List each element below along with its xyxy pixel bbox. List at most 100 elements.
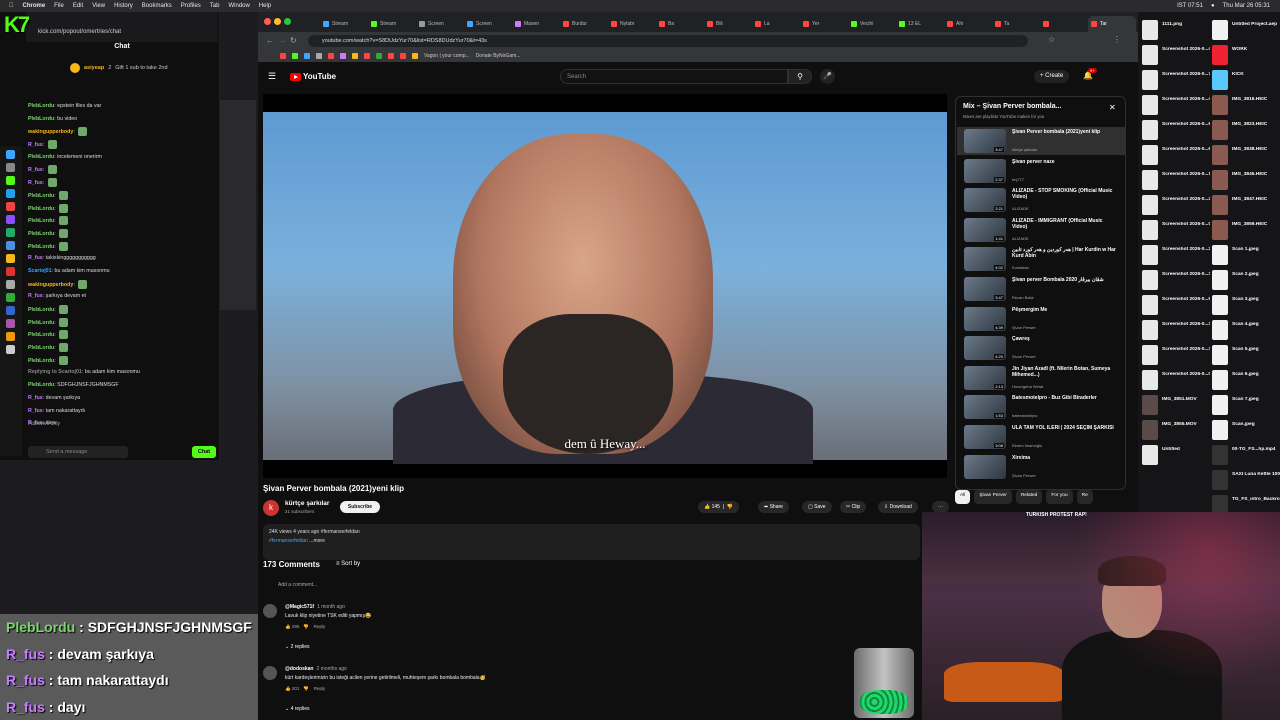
sort-by-button[interactable]: ≡ Sort by [336,561,360,567]
hamburger-menu-icon[interactable]: ☰ [268,71,276,82]
playlist-item[interactable]: 3:47 Şivan Perver bombala (2021)yeni klip… [957,127,1125,155]
gift-banner[interactable]: asiyeap 2 Gift 1 sub to take 2nd [70,63,168,73]
playlist-item[interactable]: 1:41 ALIZADE - IMMIGRANT (Official Music … [964,216,1124,244]
playlist-item[interactable]: 4:02 هەر کوردین و هەر کورد ئابین | Har Ku… [964,245,1124,273]
dock-app-icon[interactable] [6,293,15,302]
desktop-file[interactable]: IMG_3823.HEIC [1210,118,1280,142]
dock-app-icon[interactable] [6,345,15,354]
menu-dots-icon[interactable]: ⋮ [1113,35,1121,44]
back-icon[interactable]: ← [266,36,274,45]
chat-username[interactable]: R_fus [28,395,43,401]
filter-chip[interactable]: All [955,490,971,504]
browser-tab[interactable]: Tar [1088,16,1136,32]
bookmark-icon[interactable] [316,53,322,59]
desktop-file[interactable]: Screenshot 2026-0...03.47 [1140,218,1210,242]
browser-tab[interactable]: Screen [416,16,464,32]
browser-tab[interactable]: Masen [512,16,560,32]
like-button[interactable]: 👍 145 | 👎 [698,501,740,513]
dock-app-icon[interactable] [6,176,15,185]
bookmark-icon[interactable] [388,53,394,59]
menu-help[interactable]: Help [259,3,271,9]
audio-mixer-panel[interactable] [220,100,256,310]
commenter-avatar[interactable] [263,666,277,680]
chat-username[interactable]: R_fus [28,180,43,186]
browser-tab[interactable]: Stream [320,16,368,32]
wifi-icon[interactable]: ● [1211,3,1215,9]
minimize-window-button[interactable] [274,18,281,25]
chat-username[interactable]: PlebLordu [28,116,54,122]
chat-username[interactable]: R_fus [28,293,43,299]
menu-window[interactable]: Window [228,3,249,9]
youtube-search-input[interactable]: Search [560,69,788,84]
browser-tab[interactable]: Yer [800,16,848,32]
desktop-file[interactable]: Screenshot 2026-0...6.08.15 [1140,143,1210,167]
chat-username[interactable]: PlebLordu [28,332,54,338]
desktop-file[interactable]: Scan 6.jpeg [1210,368,1280,392]
playlist-item[interactable]: 3:08 ULA TAM YOL İLERİ | 2024 SEÇİM ŞARKI… [964,423,1124,451]
notifications-bell-icon[interactable]: 🔔 9+ [1083,68,1097,80]
dock-app-icon[interactable] [6,241,15,250]
bookmark-icon[interactable] [364,53,370,59]
microphone-icon[interactable]: 🎤 [820,69,835,84]
save-button[interactable]: ▢ Save [802,501,832,513]
desktop-file[interactable]: IMG_3816.HEIC [1210,93,1280,117]
dock-app-icon[interactable] [6,280,15,289]
chat-send-button[interactable]: Chat [192,446,216,458]
bookmark-icon[interactable] [352,53,358,59]
chat-username[interactable]: PlebLordu [28,382,54,388]
menu-edit[interactable]: Edit [73,3,83,9]
browser-tab[interactable] [1040,16,1088,32]
bookmark-icon[interactable] [328,53,334,59]
browser-tab[interactable]: Ahi [944,16,992,32]
dock-app-icon[interactable] [6,306,15,315]
address-bar[interactable]: youtube.com/watch?v=S8DUdzYur70&list=RDS… [308,35,1028,47]
desktop-file[interactable]: Screenshot 2026-0...5.38.21 [1140,293,1210,317]
filter-chip[interactable]: Related [1015,490,1043,504]
dock-app-icon[interactable] [6,267,15,276]
desktop-file[interactable]: Scan 3.jpeg [1210,293,1280,317]
browser-tab[interactable]: 13 EL [896,16,944,32]
desktop-file[interactable]: Screenshot 2026-0...44.55 [1140,43,1210,67]
desktop-file[interactable]: Untitled [1140,443,1210,467]
menu-bookmarks[interactable]: Bookmarks [142,3,172,9]
chat-username[interactable]: R_fus [28,408,43,414]
chat-username[interactable]: PlebLordu [28,307,54,313]
desktop-file[interactable]: Screenshot 2026-0...02.59 [1140,368,1210,392]
reload-icon[interactable]: ↻ [290,36,297,45]
browser-tab[interactable]: Ta [992,16,1040,32]
desktop-file[interactable]: Screenshot 2026-0...3.57.13 [1140,268,1210,292]
desktop-file[interactable]: SAXI Luna Kettle 100%...ste.mp4 [1210,468,1280,492]
desktop-file[interactable]: Scan 1.jpeg [1210,243,1280,267]
chat-username[interactable]: PlebLordu [28,193,54,199]
dock-app-icon[interactable] [6,319,15,328]
video-player[interactable]: dem û Heway... [263,94,947,478]
desktop-file[interactable]: Screenshot 2026-0...1.13.05 [1140,168,1210,192]
comment-author[interactable]: @Magic571f 1 month ago [285,604,345,610]
menu-file[interactable]: File [54,3,64,9]
add-comment-input[interactable]: Add a comment... [278,582,317,588]
browser-tab[interactable]: Burdur [560,16,608,32]
browser-tab[interactable]: Ba [656,16,704,32]
clock-ist[interactable]: IST 07:51 [1177,3,1203,9]
bookmark-icon[interactable] [280,53,286,59]
desktop-file[interactable]: Untitled Project.aep [1210,18,1280,42]
playlist-item[interactable]: Xirxima Şivan Perwer [964,453,1124,481]
search-icon[interactable]: ⚲ [788,69,812,84]
chat-username[interactable]: PlebLordu [28,320,54,326]
replies-toggle[interactable]: ⌄ 4 replies [285,706,310,712]
browser-tab[interactable]: Screen [464,16,512,32]
chat-username[interactable]: wakingupperbody [28,129,73,135]
chat-username[interactable]: PlebLordu [28,358,54,364]
download-button[interactable]: ⇩ Download [878,501,918,513]
desktop-file[interactable]: IMG_3859.HEIC [1210,218,1280,242]
channel-avatar[interactable]: k [263,500,279,516]
description-box[interactable]: 24K views 4 years ago #fermanserfeldan #… [263,524,920,560]
maximize-window-button[interactable] [284,18,291,25]
close-icon[interactable]: ✕ [1109,103,1116,112]
chat-username[interactable]: R_fus [28,255,43,261]
close-window-button[interactable] [264,18,271,25]
desktop-file[interactable]: IMG_3855.MOV [1140,418,1210,442]
dock-app-icon[interactable] [6,332,15,341]
more-link[interactable]: ...more [309,538,325,544]
menu-chrome[interactable]: Chrome [23,3,46,9]
